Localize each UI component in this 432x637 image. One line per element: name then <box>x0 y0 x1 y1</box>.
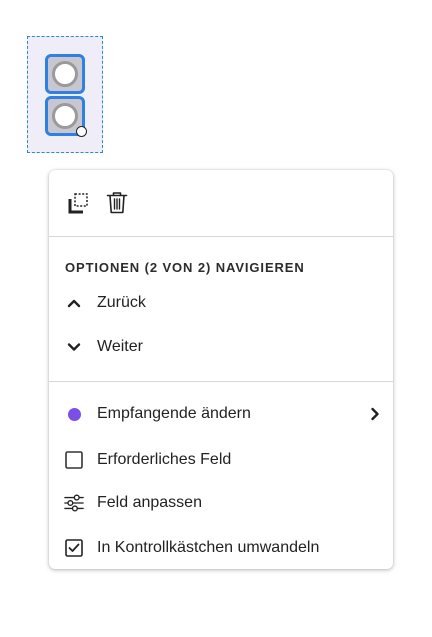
required-field-label: Erforderliches Feld <box>97 451 232 468</box>
back-label: Zurück <box>97 294 146 311</box>
radio-option-1[interactable] <box>45 54 85 94</box>
radio-circle-icon <box>52 103 78 129</box>
radio-circle-icon <box>52 61 78 87</box>
field-context-menu: OPTIONEN (2 VON 2) NAVIGIEREN Zurück Wei… <box>49 170 393 569</box>
document-canvas: OPTIONEN (2 VON 2) NAVIGIEREN Zurück Wei… <box>0 0 432 637</box>
menu-divider <box>49 236 393 237</box>
chevron-up-icon <box>64 293 84 313</box>
recipient-color-icon <box>64 404 84 424</box>
next-menu-item[interactable]: Weiter <box>49 330 393 364</box>
convert-to-checkbox-label: In Kontrollkästchen umwandeln <box>97 539 320 556</box>
sliders-icon <box>64 493 84 513</box>
back-menu-item[interactable]: Zurück <box>49 286 393 320</box>
duplicate-icon <box>68 193 88 214</box>
duplicate-button[interactable] <box>65 189 93 217</box>
checkbox-unchecked-icon[interactable] <box>64 450 84 470</box>
change-recipient-label: Empfangende ändern <box>97 405 251 422</box>
menu-toolbar <box>49 170 393 236</box>
adjust-field-label: Feld anpassen <box>97 494 202 511</box>
radio-field-group[interactable] <box>27 36 103 153</box>
section-heading: OPTIONEN (2 VON 2) NAVIGIEREN <box>65 260 305 275</box>
trash-icon <box>106 192 128 214</box>
recipient-dot <box>67 407 81 421</box>
chevron-right-icon <box>367 406 383 422</box>
checkbox-checked-icon <box>64 538 84 558</box>
adjust-field-menu-item[interactable]: Feld anpassen <box>49 486 393 520</box>
convert-to-checkbox-menu-item[interactable]: In Kontrollkästchen umwandeln <box>49 531 393 565</box>
next-label: Weiter <box>97 338 143 355</box>
resize-handle[interactable] <box>76 126 87 137</box>
delete-button[interactable] <box>103 189 131 217</box>
required-field-menu-item[interactable]: Erforderliches Feld <box>49 443 393 477</box>
change-recipient-menu-item[interactable]: Empfangende ändern <box>49 397 393 431</box>
chevron-down-icon <box>64 337 84 357</box>
menu-divider <box>49 381 393 382</box>
